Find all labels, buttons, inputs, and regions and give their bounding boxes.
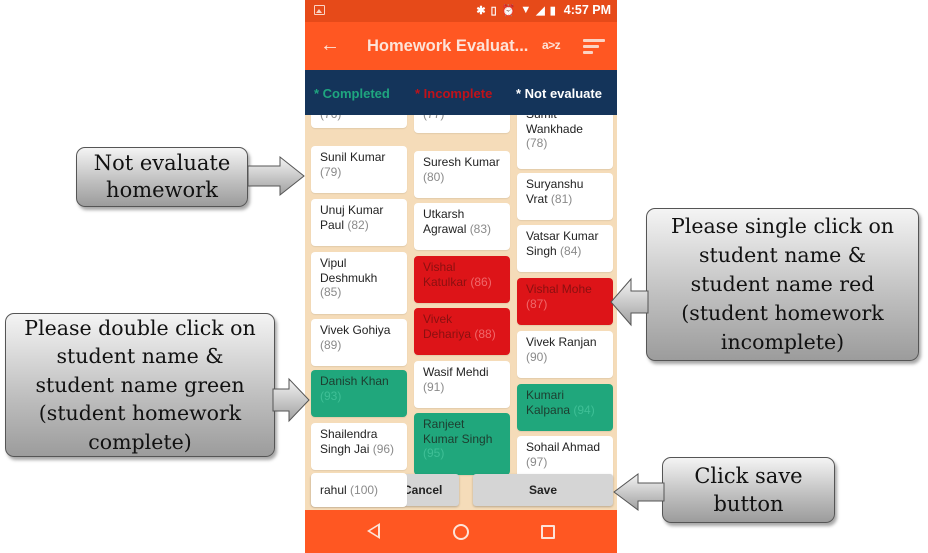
- student-name: Vishal Mohe: [526, 282, 592, 296]
- callout-not-evaluate: Not evaluate homework: [76, 147, 248, 207]
- student-roll-number: (91): [423, 379, 445, 394]
- student-card[interactable]: Vishal Katulkar (86): [414, 256, 510, 303]
- battery-icon: ▮: [549, 4, 556, 17]
- sort-az-button[interactable]: a>z: [542, 38, 561, 52]
- student-name: Sohail Ahmad: [526, 440, 601, 454]
- bluetooth-icon: ✱: [476, 4, 486, 17]
- arrow-right-icon: [272, 377, 310, 423]
- legend-not-evaluated: * Not evaluate: [516, 86, 602, 101]
- status-legend: * Completed * Incomplete * Not evaluate: [305, 70, 617, 115]
- legend-incomplete: * Incomplete: [415, 86, 493, 101]
- student-roll-number: (80): [423, 169, 445, 184]
- student-name: Sumit Wankhade: [526, 115, 583, 136]
- student-card[interactable]: Vatsar Kumar Singh (84): [517, 225, 613, 272]
- student-name: Vivek Gohiya: [320, 323, 391, 337]
- student-card[interactable]: Vishal Mohe (87): [517, 278, 613, 325]
- student-name: Kumari Kalpana: [526, 388, 574, 417]
- save-button[interactable]: Save: [473, 474, 613, 506]
- image-notification-icon: [314, 5, 325, 15]
- student-card[interactable]: Shailendra Singh Jai (96): [311, 423, 407, 470]
- student-roll-number: (76): [320, 115, 341, 121]
- nav-back-icon[interactable]: [367, 523, 380, 539]
- student-card[interactable]: Suryanshu Vrat (81): [517, 173, 613, 220]
- student-card[interactable]: Vivek Gohiya (89): [311, 319, 407, 366]
- student-card[interactable]: Vipul Deshmukh (85): [311, 252, 407, 314]
- student-roll-number: (81): [550, 191, 573, 206]
- student-name: Vivek Dehariya: [423, 312, 475, 341]
- vibrate-icon: ▯: [490, 4, 497, 17]
- legend-completed: * Completed: [314, 86, 390, 101]
- student-roll-number: (95): [423, 446, 445, 460]
- arrow-left-icon: [613, 473, 665, 511]
- student-card[interactable]: Kumari Kalpana (94): [517, 384, 613, 431]
- student-name: Suresh Kumar: [423, 155, 500, 169]
- student-card[interactable]: Vivek Ranjan (90): [517, 331, 613, 378]
- student-name: Vishal Katulkar: [423, 260, 471, 289]
- student-roll-number: (94): [573, 402, 595, 417]
- clock: 4:57 PM: [563, 3, 611, 17]
- student-card[interactable]: Unuj Kumar Paul (82): [311, 199, 407, 246]
- student-card[interactable]: Ranjeet Kumar Singh (95): [414, 413, 510, 475]
- action-buttons: Cancel Save rahul (100): [305, 472, 617, 508]
- student-card[interactable]: Suresh Kumar (80): [414, 151, 510, 198]
- status-icons: ✱ ▯ ⏰ ▼ ◢ ▮ 4:57 PM: [476, 3, 611, 17]
- student-roll-number: (96): [372, 441, 395, 456]
- student-name: Shailendra Singh Jai: [320, 427, 378, 456]
- student-roll-number: (82): [347, 217, 369, 232]
- student-card[interactable]: Danish Khan (93): [311, 370, 407, 417]
- app-bar: ← Homework Evaluat... a>z: [305, 22, 617, 70]
- callout-double-click: Please double click on student name & st…: [5, 313, 275, 457]
- arrow-left-icon: [610, 277, 649, 327]
- nav-recents-icon[interactable]: [541, 525, 555, 539]
- student-name: Utkarsh Agrawal: [423, 207, 470, 236]
- android-nav-bar: [305, 510, 617, 553]
- student-roll-number: (84): [560, 243, 582, 258]
- student-name: Danish Khan: [320, 374, 389, 388]
- student-roll-number: (90): [526, 349, 548, 364]
- status-bar: ✱ ▯ ⏰ ▼ ◢ ▮ 4:57 PM: [305, 0, 617, 22]
- student-name: Vivek Ranjan: [526, 335, 597, 349]
- student-card[interactable]: Sumit Wankhade (78): [517, 115, 613, 169]
- student-grid: (76) (77) Sumit Wankhade (78) Sunil Kuma…: [305, 115, 617, 510]
- student-roll-number: (83): [469, 221, 492, 236]
- filter-icon[interactable]: [583, 39, 609, 55]
- student-name: Vipul Deshmukh: [320, 256, 378, 285]
- cancel-label: Cancel: [403, 483, 443, 497]
- student-roll-number: (93): [320, 388, 342, 403]
- student-name: Sunil Kumar: [320, 150, 386, 164]
- student-card[interactable]: (77): [414, 115, 510, 133]
- student-roll-number: (89): [320, 337, 342, 352]
- callout-single-click: Please single click on student name & st…: [646, 208, 919, 361]
- student-roll-number: (97): [526, 454, 548, 469]
- nav-home-icon[interactable]: [453, 524, 469, 540]
- phone-screen: ✱ ▯ ⏰ ▼ ◢ ▮ 4:57 PM ← Homework Evaluat..…: [305, 0, 617, 553]
- wifi-icon: ▼: [520, 4, 532, 16]
- student-roll-number: (85): [320, 285, 342, 299]
- page-title: Homework Evaluat...: [367, 37, 529, 55]
- arrow-right-icon: [247, 155, 305, 197]
- student-roll-number: (86): [470, 274, 492, 289]
- back-arrow-icon[interactable]: ←: [317, 32, 343, 58]
- student-card[interactable]: Utkarsh Agrawal (83): [414, 203, 510, 250]
- student-name: Wasif Mehdi: [423, 365, 489, 379]
- student-card[interactable]: (76): [311, 115, 407, 128]
- student-name: Ranjeet Kumar Singh: [423, 417, 493, 446]
- student-card[interactable]: rahul (100): [311, 473, 407, 507]
- student-name: rahul: [320, 483, 351, 497]
- student-roll-number: (79): [320, 164, 342, 179]
- student-roll-number: (77): [423, 115, 444, 121]
- student-roll-number: (87): [526, 296, 548, 311]
- student-card[interactable]: Wasif Mehdi (91): [414, 361, 510, 408]
- student-roll-number: (78): [526, 136, 548, 150]
- callout-save: Click save button: [662, 457, 835, 523]
- student-card[interactable]: Sunil Kumar (79): [311, 146, 407, 193]
- signal-icon: ◢: [536, 4, 545, 17]
- student-roll-number: (100): [350, 483, 379, 497]
- student-card[interactable]: Vivek Dehariya (88): [414, 308, 510, 355]
- student-roll-number: (88): [474, 326, 496, 341]
- alarm-icon: ⏰: [501, 4, 516, 17]
